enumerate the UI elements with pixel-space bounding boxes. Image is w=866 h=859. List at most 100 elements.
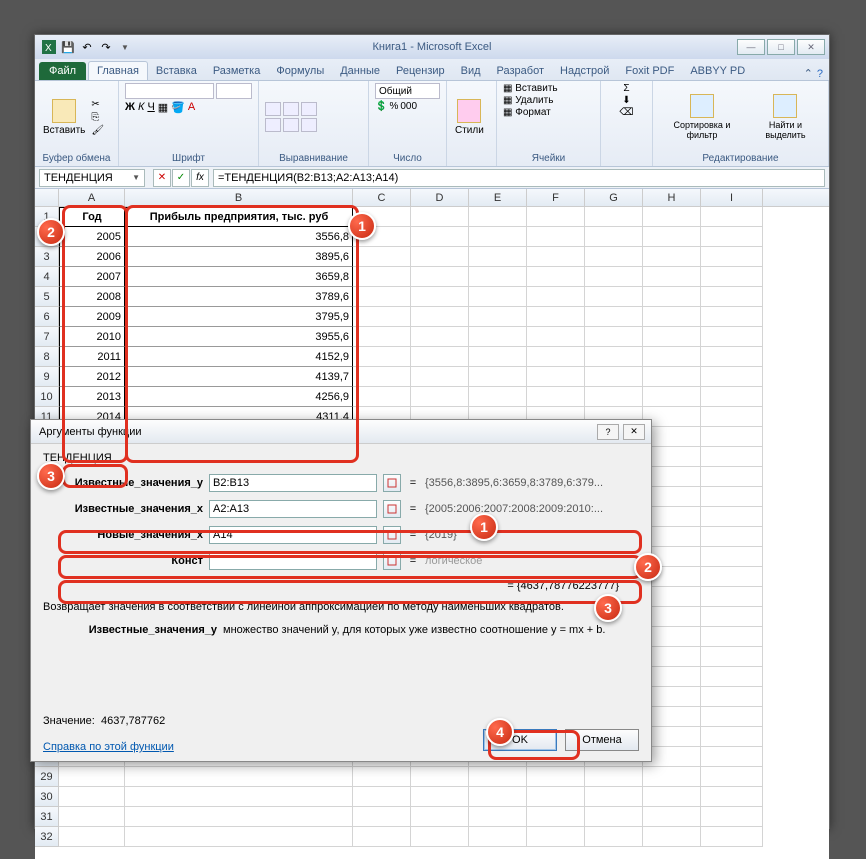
- cell[interactable]: [643, 347, 701, 367]
- row-header[interactable]: 9: [35, 367, 59, 387]
- col-header[interactable]: C: [353, 189, 411, 207]
- cell[interactable]: [59, 807, 125, 827]
- cell[interactable]: [527, 307, 585, 327]
- cell[interactable]: 2005: [59, 227, 125, 247]
- cell[interactable]: 2012: [59, 367, 125, 387]
- ribbon-minimize-icon[interactable]: ⌃: [804, 67, 813, 80]
- cell[interactable]: [411, 207, 469, 227]
- cell[interactable]: [701, 407, 763, 427]
- alignment-buttons[interactable]: [265, 102, 317, 132]
- range-picker-icon[interactable]: [383, 526, 401, 544]
- cell[interactable]: 3795,9: [125, 307, 353, 327]
- cell[interactable]: [411, 227, 469, 247]
- row-header[interactable]: 7: [35, 327, 59, 347]
- cell[interactable]: [585, 267, 643, 287]
- cell[interactable]: [469, 807, 527, 827]
- tab-formulas[interactable]: Формулы: [268, 62, 332, 80]
- cell[interactable]: [59, 827, 125, 847]
- cell[interactable]: [643, 367, 701, 387]
- cell[interactable]: [411, 287, 469, 307]
- accept-formula-button[interactable]: ✓: [172, 169, 190, 187]
- cell[interactable]: [125, 807, 353, 827]
- cell[interactable]: [353, 307, 411, 327]
- cell[interactable]: [125, 787, 353, 807]
- tab-insert[interactable]: Вставка: [148, 62, 205, 80]
- font-size-select[interactable]: [216, 83, 252, 99]
- col-header[interactable]: I: [701, 189, 763, 207]
- range-picker-icon[interactable]: [383, 500, 401, 518]
- cell[interactable]: [411, 307, 469, 327]
- range-picker-icon[interactable]: [383, 552, 401, 570]
- cell[interactable]: [701, 367, 763, 387]
- underline-button[interactable]: Ч: [147, 101, 154, 114]
- file-tab[interactable]: Файл: [39, 62, 86, 80]
- undo-icon[interactable]: ↶: [79, 39, 95, 55]
- row-header[interactable]: 30: [35, 787, 59, 807]
- cell[interactable]: [701, 227, 763, 247]
- cell[interactable]: [701, 547, 763, 567]
- cell[interactable]: [353, 327, 411, 347]
- cell[interactable]: 2009: [59, 307, 125, 327]
- cell[interactable]: [701, 707, 763, 727]
- cell[interactable]: [585, 247, 643, 267]
- cell[interactable]: [643, 767, 701, 787]
- cell[interactable]: [701, 807, 763, 827]
- cell[interactable]: [701, 427, 763, 447]
- cell[interactable]: [469, 787, 527, 807]
- row-header[interactable]: 32: [35, 827, 59, 847]
- save-icon[interactable]: 💾: [60, 39, 76, 55]
- redo-icon[interactable]: ↷: [98, 39, 114, 55]
- cell[interactable]: [411, 367, 469, 387]
- cell[interactable]: [411, 387, 469, 407]
- tab-addins[interactable]: Надстрой: [552, 62, 617, 80]
- cell[interactable]: [585, 827, 643, 847]
- autosum-button[interactable]: Σ: [623, 83, 629, 94]
- dialog-help-button[interactable]: ?: [597, 424, 619, 440]
- cell[interactable]: [701, 667, 763, 687]
- function-help-link[interactable]: Справка по этой функции: [43, 741, 174, 753]
- cell[interactable]: [353, 827, 411, 847]
- cell[interactable]: 3895,6: [125, 247, 353, 267]
- cell[interactable]: [585, 387, 643, 407]
- comma-icon[interactable]: 000: [400, 101, 417, 112]
- cell[interactable]: [701, 487, 763, 507]
- cell[interactable]: [527, 247, 585, 267]
- cell[interactable]: [701, 287, 763, 307]
- sort-filter-button[interactable]: Сортировка и фильтр: [659, 92, 745, 142]
- cell[interactable]: [701, 647, 763, 667]
- name-box[interactable]: ТЕНДЕНЦИЯ▼: [39, 169, 145, 187]
- cell[interactable]: [469, 287, 527, 307]
- cell[interactable]: [701, 627, 763, 647]
- font-color-button[interactable]: A: [188, 101, 195, 114]
- cell[interactable]: [701, 347, 763, 367]
- arg-input[interactable]: [209, 552, 377, 570]
- cell[interactable]: 3955,6: [125, 327, 353, 347]
- row-header[interactable]: 3: [35, 247, 59, 267]
- cell[interactable]: [701, 447, 763, 467]
- cell[interactable]: [701, 567, 763, 587]
- tab-layout[interactable]: Разметка: [205, 62, 269, 80]
- font-select[interactable]: [125, 83, 214, 99]
- cell[interactable]: [527, 267, 585, 287]
- cell[interactable]: [411, 787, 469, 807]
- cell[interactable]: [469, 367, 527, 387]
- cell[interactable]: [701, 587, 763, 607]
- cell[interactable]: [411, 767, 469, 787]
- cell[interactable]: [527, 767, 585, 787]
- cell[interactable]: [527, 387, 585, 407]
- cell[interactable]: [527, 367, 585, 387]
- col-header[interactable]: A: [59, 189, 125, 207]
- help-icon[interactable]: ?: [817, 68, 823, 80]
- cut-icon[interactable]: ✂: [91, 99, 104, 110]
- cell[interactable]: [585, 807, 643, 827]
- cell[interactable]: [527, 787, 585, 807]
- cell[interactable]: [527, 327, 585, 347]
- row-header[interactable]: 8: [35, 347, 59, 367]
- cell[interactable]: [125, 827, 353, 847]
- cell[interactable]: [585, 767, 643, 787]
- minimize-button[interactable]: —: [737, 39, 765, 55]
- insert-cells-button[interactable]: ▦ Вставить: [503, 83, 594, 94]
- cell[interactable]: 2006: [59, 247, 125, 267]
- cell[interactable]: [701, 267, 763, 287]
- cell[interactable]: [353, 787, 411, 807]
